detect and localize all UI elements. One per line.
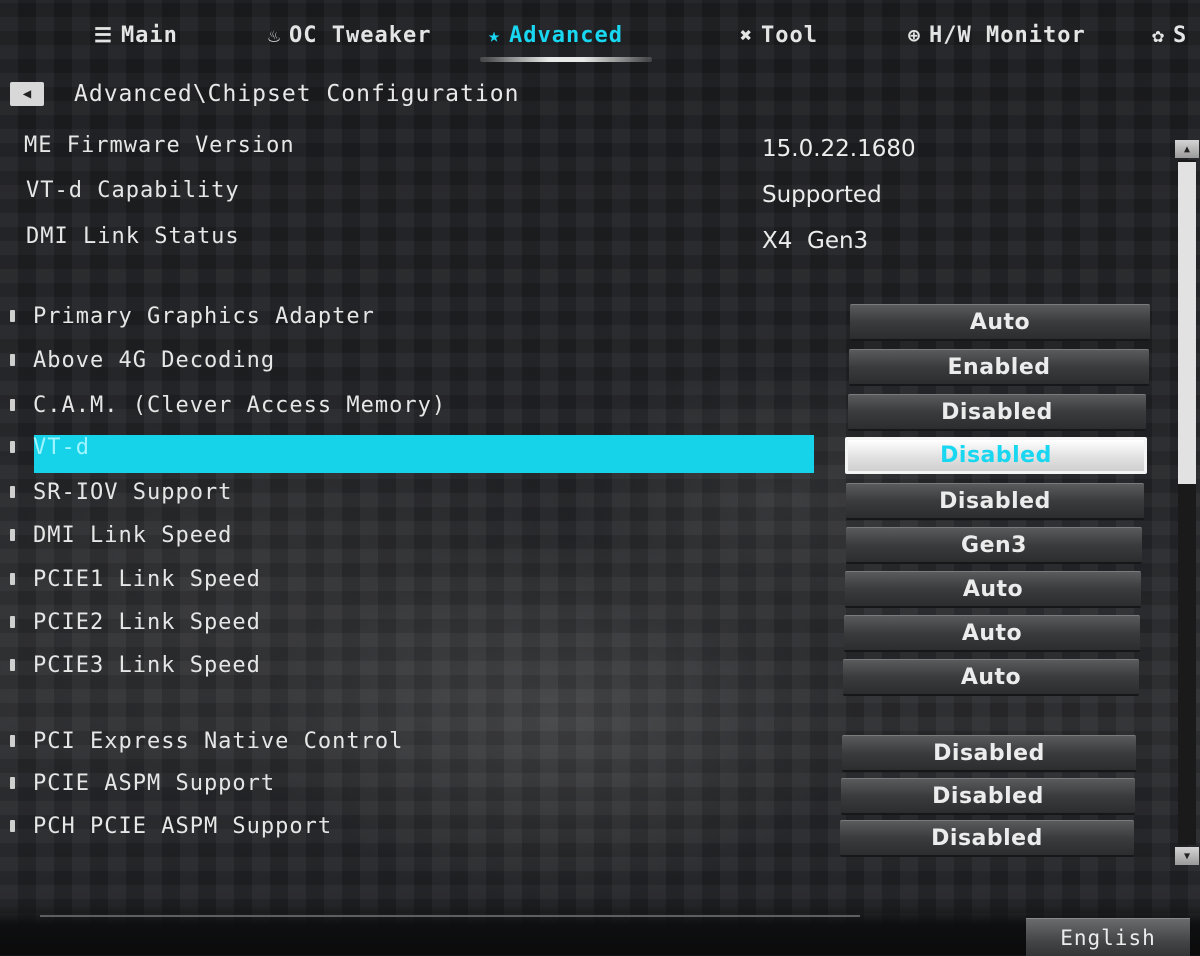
tab-tool[interactable]: ✖ Tool [740, 18, 818, 52]
option-label: Above 4G Decoding [33, 347, 276, 373]
tab-hw-monitor-label: H/W Monitor [929, 22, 1086, 48]
scroll-up-button[interactable]: ▲ [1175, 140, 1199, 158]
scroll-thumb[interactable] [1178, 162, 1196, 484]
option-label: PCI Express Native Control [33, 728, 404, 754]
back-arrow-icon: ◀ [22, 86, 32, 102]
option-value-pch-pcie-aspm-support[interactable]: Disabled [840, 820, 1134, 857]
option-pcie1-link-speed[interactable]: PCIE1 Link Speed [10, 561, 261, 597]
option-label: PCIE ASPM Support [33, 770, 276, 796]
option-label: DMI Link Speed [33, 522, 233, 548]
option-label: C.A.M. (Clever Access Memory) [33, 392, 447, 418]
tab-hw-monitor[interactable]: ⊕ H/W Monitor [908, 18, 1086, 52]
row-bullet [10, 354, 15, 366]
info-label-me-firmware: ME Firmware Version [24, 133, 295, 158]
tab-tool-label: Tool [761, 22, 819, 48]
breadcrumb: Advanced\Chipset Configuration [74, 81, 520, 107]
option-pcie-aspm-support[interactable]: PCIE ASPM Support [10, 765, 275, 801]
info-value-dmi-link-status: X4 Gen3 [762, 228, 869, 254]
row-bullet [10, 735, 15, 747]
option-dmi-link-speed[interactable]: DMI Link Speed [10, 517, 232, 553]
row-bullet [10, 529, 15, 541]
option-primary-graphics-adapter[interactable]: Primary Graphics Adapter [10, 298, 375, 334]
row-bullet [10, 616, 15, 628]
chevron-up-icon: ▲ [1183, 143, 1191, 155]
language-button[interactable]: English [1026, 918, 1190, 956]
option-value-cam[interactable]: Disabled [848, 394, 1146, 431]
tab-security-label: S [1173, 22, 1188, 48]
option-pcie3-link-speed[interactable]: PCIE3 Link Speed [10, 647, 261, 683]
option-value-sr-iov-support[interactable]: Disabled [846, 483, 1144, 520]
option-cam[interactable]: C.A.M. (Clever Access Memory) [10, 387, 446, 423]
option-value-above-4g-decoding[interactable]: Enabled [849, 349, 1149, 386]
row-bullet [10, 777, 15, 789]
tab-oc-tweaker[interactable]: ♨ OC Tweaker [268, 18, 432, 52]
option-label: PCIE2 Link Speed [33, 609, 261, 635]
option-label: SR-IOV Support [33, 479, 233, 505]
option-pcie2-link-speed[interactable]: PCIE2 Link Speed [10, 604, 261, 640]
tab-security[interactable]: ✿ S [1152, 18, 1187, 52]
row-bullet [10, 441, 15, 453]
tab-advanced-label: Advanced [509, 22, 624, 48]
option-above-4g-decoding[interactable]: Above 4G Decoding [10, 342, 275, 378]
option-value-pcie-aspm-support[interactable]: Disabled [841, 778, 1135, 815]
option-value-vt-d[interactable]: Disabled [845, 437, 1147, 474]
option-sr-iov-support[interactable]: SR-IOV Support [10, 474, 232, 510]
info-label-vtd-capability: VT-d Capability [26, 178, 240, 203]
star-icon: ★ [488, 23, 502, 47]
option-value-pcie1-link-speed[interactable]: Auto [845, 571, 1141, 608]
row-bullet [10, 399, 15, 411]
option-value-pci-express-native-control[interactable]: Disabled [842, 735, 1136, 772]
tab-oc-tweaker-label: OC Tweaker [289, 22, 432, 48]
option-label: VT-d [33, 434, 90, 460]
gear-icon: ✿ [1152, 23, 1166, 47]
crosshair-icon: ⊕ [908, 23, 922, 47]
tab-main[interactable]: ☰ Main [94, 18, 178, 52]
option-label: PCH PCIE ASPM Support [33, 813, 333, 839]
active-tab-indicator [480, 57, 652, 62]
option-pch-pcie-aspm-support[interactable]: PCH PCIE ASPM Support [10, 808, 332, 844]
info-value-me-firmware: 15.0.22.1680 [762, 136, 916, 162]
option-value-primary-graphics-adapter[interactable]: Auto [850, 304, 1150, 341]
selected-row-highlight [34, 435, 814, 473]
row-bullet [10, 820, 15, 832]
back-button[interactable]: ◀ [10, 82, 44, 106]
option-value-pcie2-link-speed[interactable]: Auto [844, 615, 1140, 652]
option-label: Primary Graphics Adapter [33, 303, 375, 329]
option-value-pcie3-link-speed[interactable]: Auto [843, 659, 1139, 696]
info-value-vtd-capability: Supported [762, 182, 882, 208]
row-bullet [10, 486, 15, 498]
info-label-dmi-link-status: DMI Link Status [26, 224, 240, 249]
chevron-down-icon: ▼ [1183, 850, 1191, 862]
footer-bar [0, 905, 1200, 955]
row-bullet [10, 310, 15, 322]
row-bullet [10, 573, 15, 585]
scroll-down-button[interactable]: ▼ [1175, 847, 1199, 865]
breadcrumb-bar: ◀ Advanced\Chipset Configuration [10, 78, 519, 110]
tab-advanced[interactable]: ★ Advanced [488, 18, 623, 52]
tools-icon: ✖ [740, 23, 754, 47]
top-nav: ☰ Main ♨ OC Tweaker ★ Advanced ✖ Tool ⊕ … [0, 0, 1200, 66]
option-label: PCIE1 Link Speed [33, 566, 261, 592]
option-value-dmi-link-speed[interactable]: Gen3 [846, 527, 1142, 564]
row-bullet [10, 659, 15, 671]
scrollbar[interactable]: ▲ ▼ [1175, 140, 1199, 865]
flame-icon: ♨ [268, 23, 282, 47]
option-pci-express-native-control[interactable]: PCI Express Native Control [10, 723, 403, 759]
scroll-track[interactable] [1178, 160, 1196, 845]
option-label: PCIE3 Link Speed [33, 652, 261, 678]
footer-divider [40, 915, 860, 925]
menu-icon: ☰ [94, 23, 113, 47]
option-vt-d[interactable]: VT-d [10, 429, 90, 465]
tab-main-label: Main [120, 22, 178, 48]
